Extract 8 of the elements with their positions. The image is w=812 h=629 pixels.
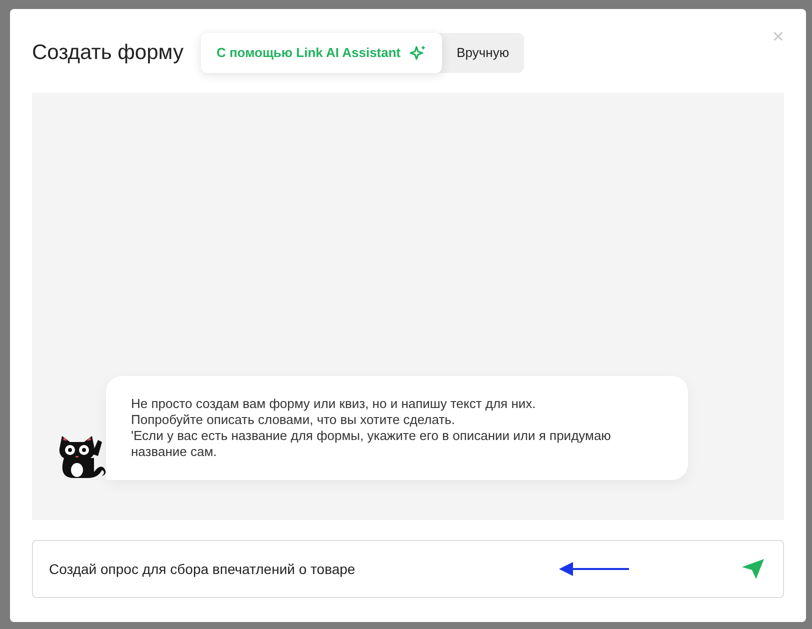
prompt-input[interactable]: Создай опрос для сбора впечатлений о товаре [49, 558, 559, 580]
arrow-icon [559, 561, 631, 577]
assistant-message: Не просто создам вам форму или квиз, но и напишу текст для них. Попробуйте описать словами, что вы хотите сделать. 'Если у вас есть название для формы, укажите его в описании или я придумаю название сам. [106, 376, 688, 480]
mode-tab[interactable]: Вручную [442, 33, 524, 73]
prompt-field[interactable]: Создай опрос для сбора впечатлений о товаре [32, 540, 784, 598]
dialog-title: Создать форму [32, 40, 184, 66]
sparkle-icon [408, 44, 427, 62]
send-icon [741, 558, 765, 580]
